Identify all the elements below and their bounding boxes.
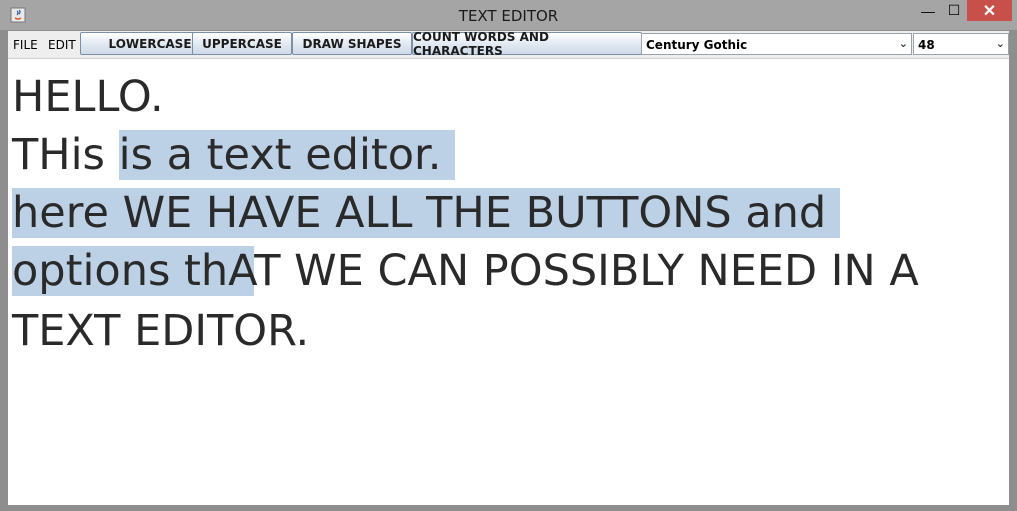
- close-button[interactable]: ✕: [967, 0, 1012, 21]
- count-words-button[interactable]: COUNT WORDS AND CHARACTERS: [412, 30, 642, 58]
- selected-text: here WE HAVE ALL THE BUTTONS and: [12, 188, 840, 238]
- menu-edit[interactable]: EDIT: [48, 38, 76, 52]
- font-select[interactable]: Century Gothic ⌄: [641, 33, 912, 55]
- chevron-down-icon: ⌄: [995, 37, 1005, 50]
- chevron-down-icon: ⌄: [898, 37, 908, 50]
- close-icon: ✕: [982, 2, 997, 20]
- window-title: TEXT EDITOR: [458, 7, 559, 25]
- minimize-icon: —: [921, 2, 935, 19]
- uppercase-button[interactable]: UPPERCASE: [192, 32, 292, 55]
- title-bar[interactable]: TEXT EDITOR — ☐ ✕: [0, 0, 1017, 30]
- minimize-button[interactable]: —: [915, 0, 941, 21]
- selected-text: is a text editor.: [118, 130, 456, 180]
- maximize-icon: ☐: [947, 2, 961, 18]
- maximize-button[interactable]: ☐: [941, 0, 967, 21]
- font-size-select[interactable]: 48 ⌄: [913, 33, 1009, 55]
- font-size-value: 48: [918, 38, 935, 52]
- selected-text: options thA: [12, 246, 255, 296]
- text-segment: TEXT EDITOR.: [12, 306, 310, 356]
- text-line-1: HELLO.: [12, 67, 164, 127]
- text-line-5: TEXT EDITOR.: [12, 301, 309, 361]
- text-segment: HELLO.: [12, 72, 164, 122]
- menu-file[interactable]: FILE: [13, 38, 38, 52]
- text-segment: T WE CAN POSSIBLY NEED IN A: [254, 246, 919, 296]
- text-line-4: options thAT WE CAN POSSIBLY NEED IN A: [12, 241, 919, 301]
- text-line-3: here WE HAVE ALL THE BUTTONS and: [12, 183, 840, 243]
- text-editor-window: TEXT EDITOR — ☐ ✕ FILE EDIT LOWERCASE UP…: [0, 0, 1017, 511]
- font-select-value: Century Gothic: [646, 38, 748, 52]
- text-line-2: THis is a text editor.: [12, 125, 456, 185]
- draw-shapes-button[interactable]: DRAW SHAPES: [292, 32, 412, 55]
- toolbar: FILE EDIT LOWERCASE UPPERCASE DRAW SHAPE…: [8, 30, 1009, 59]
- text-segment: THis: [12, 130, 119, 180]
- text-area[interactable]: HELLO. THis is a text editor. here WE HA…: [8, 59, 1009, 505]
